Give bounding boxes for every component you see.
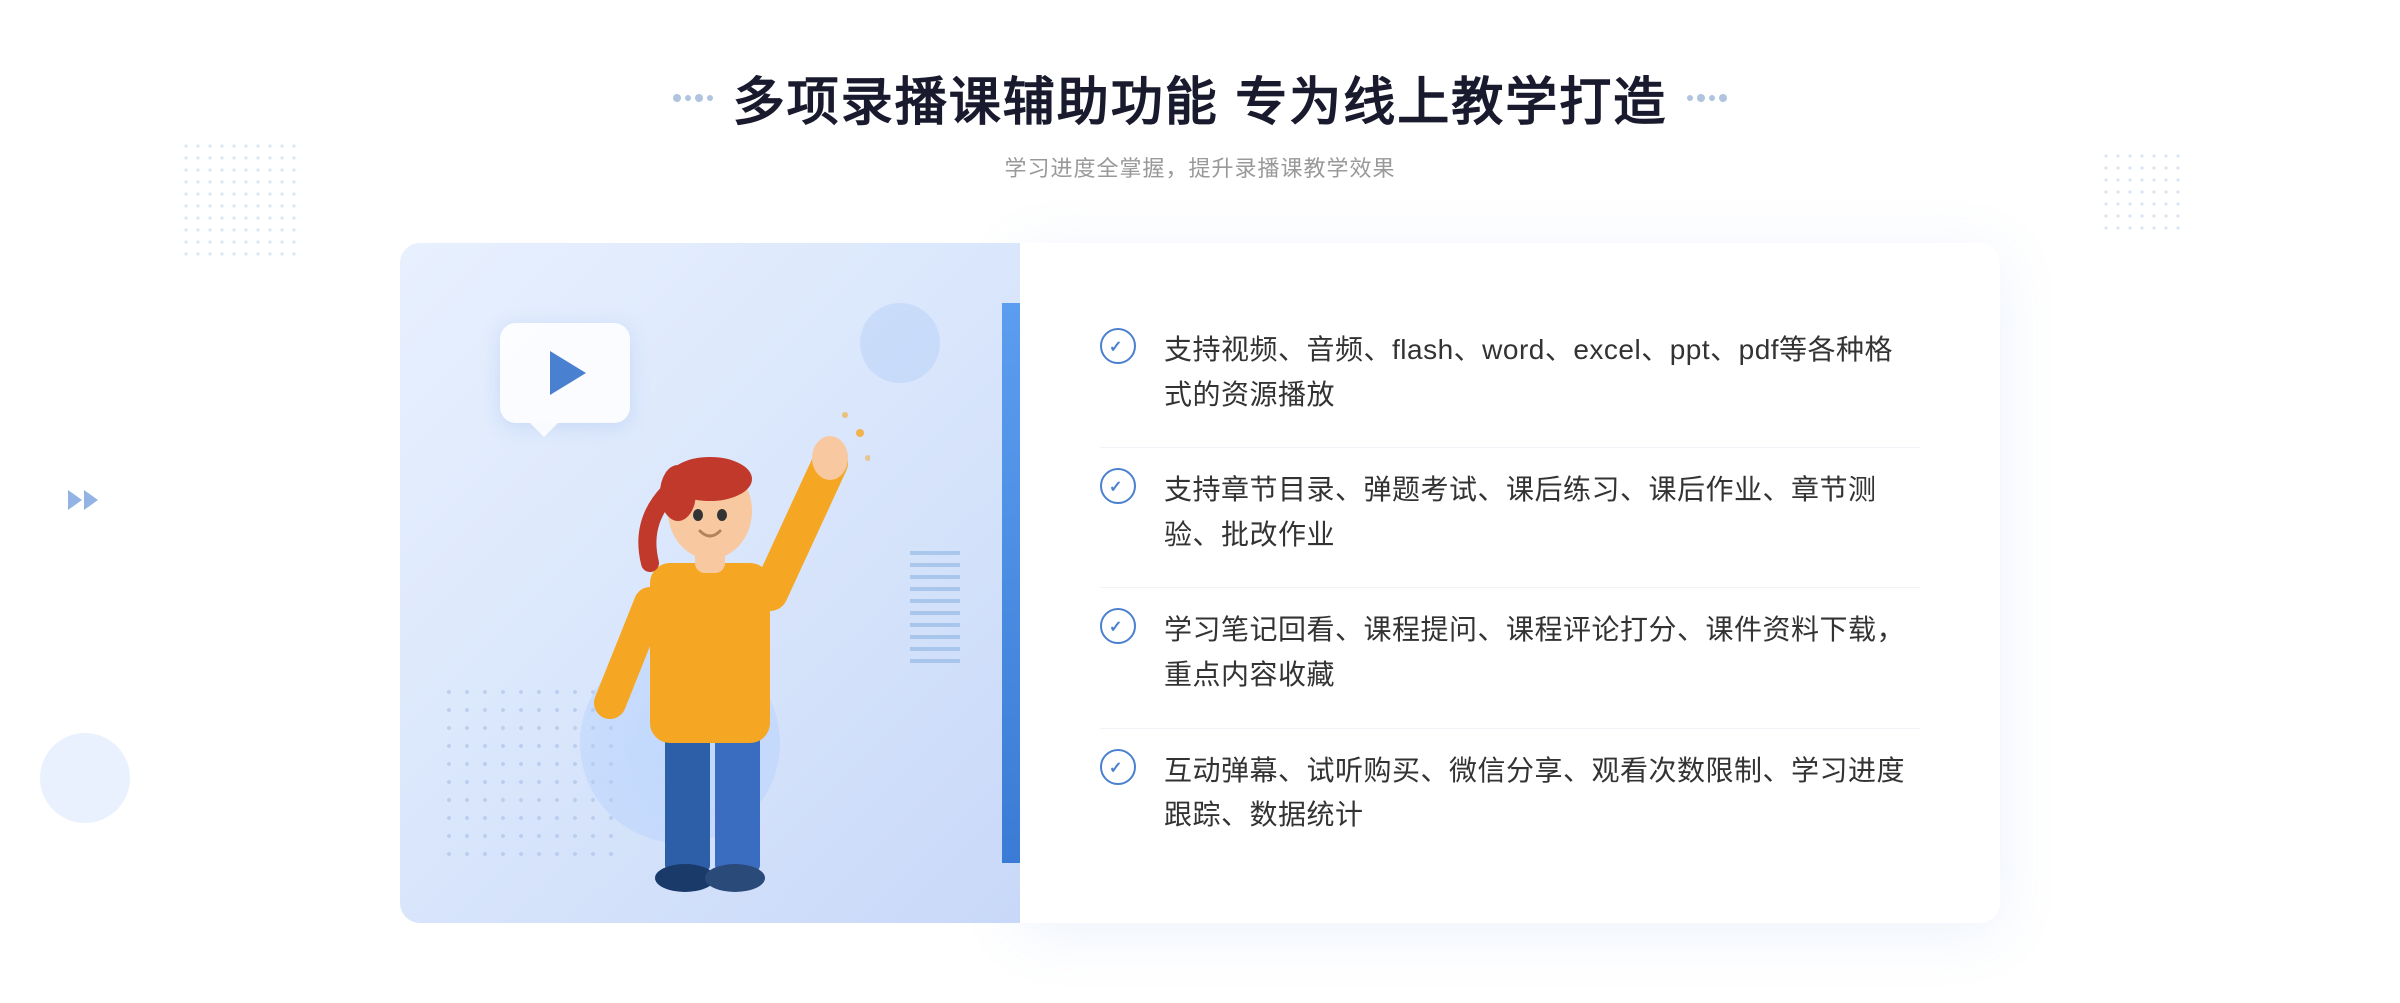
features-panel: 支持视频、音频、flash、word、excel、ppt、pdf等各种格式的资源… (1020, 243, 2000, 923)
deco-stripes (910, 543, 960, 663)
check-circle-2 (1100, 468, 1136, 504)
bg-dots-right (2100, 150, 2180, 230)
feature-item-2: 支持章节目录、弹题考试、课后练习、课后作业、章节测验、批改作业 (1100, 447, 1920, 578)
check-mark-3 (1109, 617, 1127, 635)
deco-circle-small (860, 303, 940, 383)
title-text: 多项录播课辅助功能 专为线上教学打造 (733, 60, 1667, 135)
decorator-dot-7 (1709, 95, 1715, 101)
main-content: 支持视频、音频、flash、word、excel、ppt、pdf等各种格式的资源… (400, 243, 2000, 923)
person-illustration (550, 363, 870, 923)
page-title: 多项录播课辅助功能 专为线上教学打造 (673, 60, 1727, 135)
chevron-icon-1 (68, 490, 82, 510)
blue-vertical-bar (1002, 303, 1020, 863)
check-mark-2 (1109, 477, 1127, 495)
decorator-dot-4 (707, 95, 713, 101)
title-decorator-right (1687, 94, 1727, 102)
illustration-area (400, 243, 1020, 923)
check-circle-4 (1100, 749, 1136, 785)
decorator-dot-8 (1719, 94, 1727, 102)
decorator-dot-1 (673, 94, 681, 102)
feature-text-2: 支持章节目录、弹题考试、课后练习、课后作业、章节测验、批改作业 (1164, 468, 1920, 558)
bg-dots-left (180, 140, 300, 260)
page-subtitle: 学习进度全掌握，提升录播课教学效果 (673, 151, 1727, 183)
feature-text-3: 学习笔记回看、课程提问、课程评论打分、课件资料下载，重点内容收藏 (1164, 608, 1920, 698)
decorator-dot-6 (1697, 94, 1705, 102)
page-container: 多项录播课辅助功能 专为线上教学打造 学习进度全掌握，提升录播课教学效果 (0, 0, 2400, 1003)
decorator-dot-3 (695, 94, 703, 102)
decorator-dot-2 (685, 95, 691, 101)
chevron-icon-2 (84, 490, 98, 510)
title-decorator-left (673, 94, 713, 102)
deco-circle-page (40, 733, 130, 823)
feature-text-1: 支持视频、音频、flash、word、excel、ppt、pdf等各种格式的资源… (1164, 328, 1920, 418)
feature-item-1: 支持视频、音频、flash、word、excel、ppt、pdf等各种格式的资源… (1100, 308, 1920, 438)
check-circle-1 (1100, 328, 1136, 364)
decorator-dot-5 (1687, 95, 1693, 101)
check-circle-3 (1100, 608, 1136, 644)
feature-text-4: 互动弹幕、试听购买、微信分享、观看次数限制、学习进度跟踪、数据统计 (1164, 749, 1920, 839)
chevron-arrows-decoration (68, 490, 98, 510)
header-section: 多项录播课辅助功能 专为线上教学打造 学习进度全掌握，提升录播课教学效果 (673, 60, 1727, 183)
check-mark-1 (1109, 337, 1127, 355)
feature-item-3: 学习笔记回看、课程提问、课程评论打分、课件资料下载，重点内容收藏 (1100, 587, 1920, 718)
feature-item-4: 互动弹幕、试听购买、微信分享、观看次数限制、学习进度跟踪、数据统计 (1100, 728, 1920, 859)
check-mark-4 (1109, 758, 1127, 776)
